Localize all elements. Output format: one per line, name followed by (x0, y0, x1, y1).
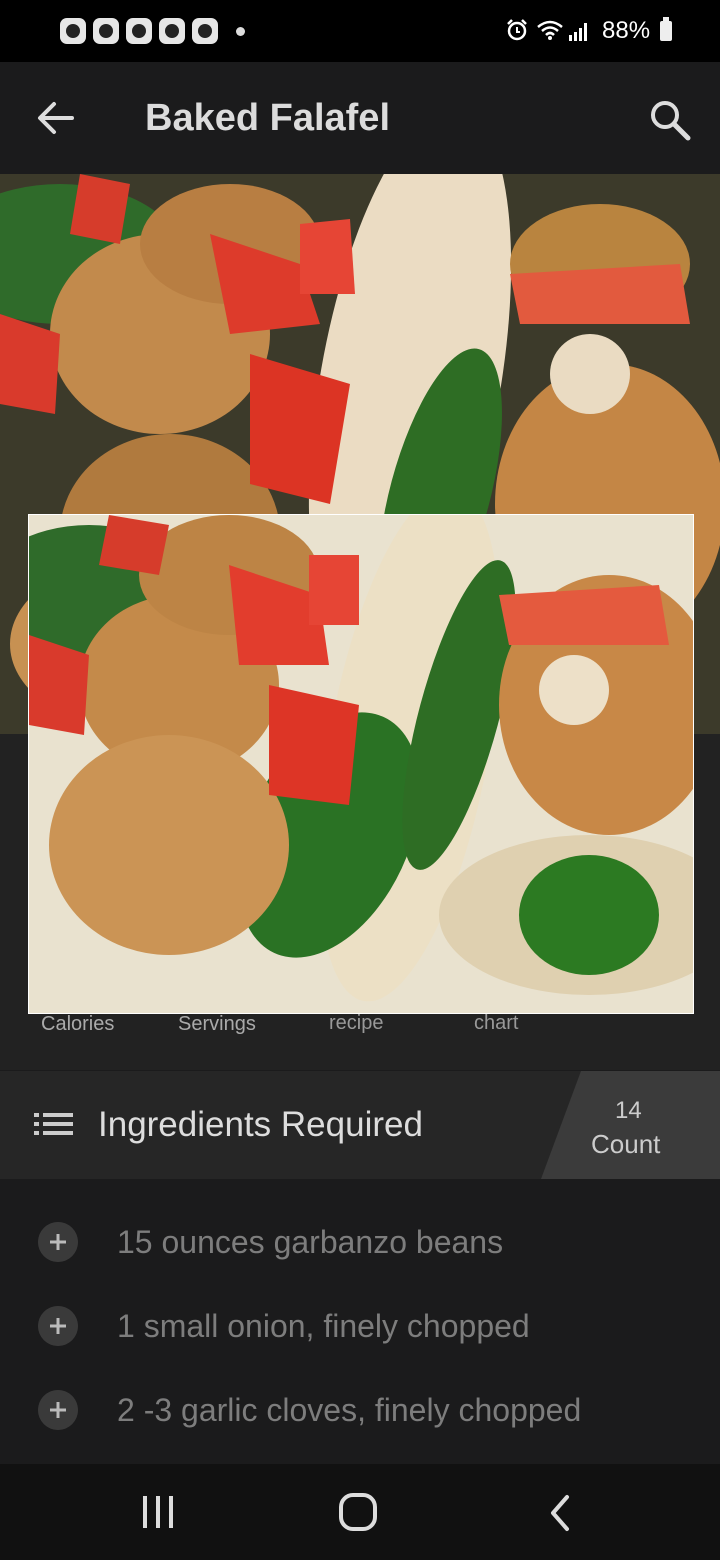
search-icon[interactable] (646, 96, 692, 142)
list-item[interactable]: 15 ounces garbanzo beans (0, 1200, 720, 1284)
chart-tab[interactable]: chart (474, 1012, 518, 1035)
app-bar: Baked Falafel (0, 62, 720, 174)
notification-icon (159, 18, 185, 44)
battery-percentage: 88% (602, 17, 651, 44)
battery-icon (660, 17, 672, 41)
list-item[interactable]: 2 -3 garlic cloves, finely chopped (0, 1368, 720, 1452)
more-notifications-dot (236, 27, 245, 36)
status-bar: 88% (0, 0, 720, 62)
notification-icon (126, 18, 152, 44)
recipe-preview-image[interactable] (28, 514, 694, 1014)
back-arrow-icon[interactable] (34, 98, 78, 138)
ingredient-count-label: Count (591, 1129, 661, 1159)
servings-label: Servings (178, 1013, 256, 1035)
ingredients-header: Ingredients Required 14 Count (0, 1071, 720, 1179)
alarm-icon (507, 19, 527, 41)
add-icon[interactable] (38, 1222, 78, 1262)
page-title: Baked Falafel (145, 97, 390, 139)
list-item[interactable]: 1 small onion, finely chopped (0, 1284, 720, 1368)
recipe-tab[interactable]: recipe (329, 1012, 383, 1035)
signal-icon (569, 23, 587, 41)
notification-icon (192, 18, 218, 44)
notification-icon (93, 18, 119, 44)
ingredient-list: 15 ounces garbanzo beans 1 small onion, … (0, 1179, 720, 1464)
ingredient-text: 15 ounces garbanzo beans (117, 1224, 504, 1260)
ingredient-count-number: 14 (615, 1097, 642, 1124)
home-icon[interactable] (338, 1492, 378, 1532)
add-icon[interactable] (38, 1306, 78, 1346)
list-icon (34, 1113, 73, 1135)
system-nav-bar (0, 1464, 720, 1560)
ingredient-count-badge (541, 1071, 720, 1179)
notification-icon (60, 18, 86, 44)
ingredient-text: 1 small onion, finely chopped (117, 1308, 530, 1344)
ingredients-title: Ingredients Required (98, 1105, 423, 1144)
back-nav-icon[interactable] (545, 1494, 575, 1532)
add-icon[interactable] (38, 1390, 78, 1430)
calories-label: Calories (41, 1013, 115, 1035)
ingredient-text: 2 -3 garlic cloves, finely chopped (117, 1392, 582, 1428)
recent-apps-icon[interactable] (140, 1494, 176, 1530)
wifi-icon (537, 20, 563, 40)
